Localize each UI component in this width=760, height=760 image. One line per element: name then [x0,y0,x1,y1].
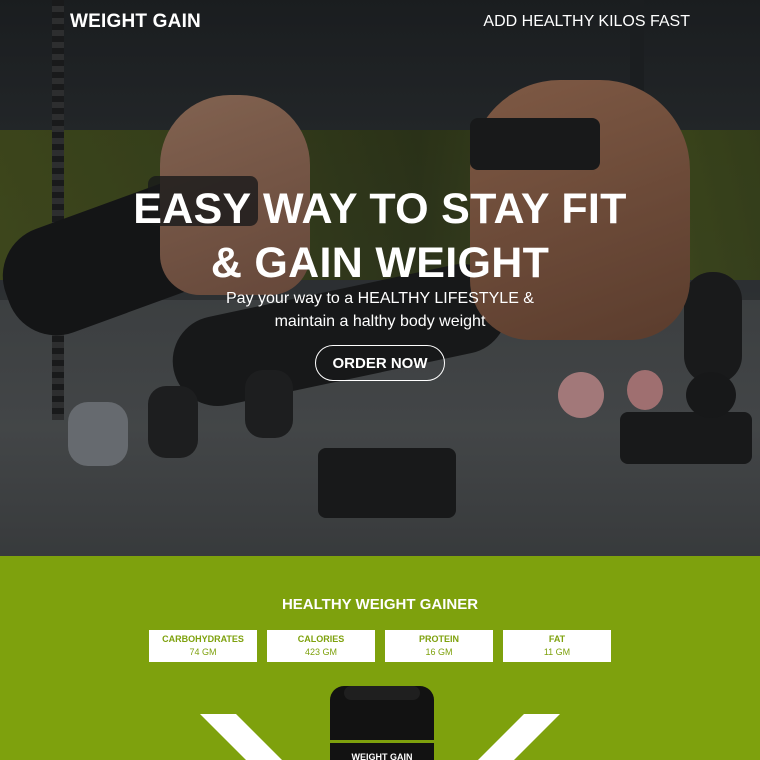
nutrition-card-calories: CALORIES 423 GM [267,630,375,662]
product-jar-lid [344,686,420,700]
hero-title: EASY WAY TO STAY FIT & GAIN WEIGHT [0,182,760,290]
nutrition-title: HEALTHY WEIGHT GAINER [281,596,479,613]
nutrition-card-name: CARBOHYDRATES [162,634,244,644]
product-jar-label: WEIGHT GAIN [351,752,413,760]
hero-title-line-1: EASY WAY TO STAY FIT [133,185,627,233]
product-jar-stripe [330,740,434,743]
nutrition-card-value: 423 GM [304,647,337,657]
hero-subtitle-line-1: Pay your way to a HEALTHY LIFESTYLE & [226,290,534,307]
header-tagline: ADD HEALTHY KILOS FAST [483,13,690,30]
hero-subtitle: Pay your way to a HEALTHY LIFESTYLE & ma… [0,287,760,333]
nutrition-card-fat: FAT 11 GM [503,630,611,662]
nutrition-section: HEALTHY WEIGHT GAINER CARBOHYDRATES 74 G… [0,556,760,760]
nutrition-card-name: FAT [548,634,566,644]
site-logo[interactable]: WEIGHT GAIN [70,11,201,33]
site-header: WEIGHT GAIN ADD HEALTHY KILOS FAST [0,0,760,46]
nutrition-card-name: CALORIES [297,634,345,644]
nutrition-cards: CARBOHYDRATES 74 GM CALORIES 423 GM PROT… [149,630,612,662]
order-now-button[interactable]: ORDER NOW [315,345,445,381]
nutrition-card-value: 16 GM [425,647,453,657]
hero-title-line-2: & GAIN WEIGHT [210,239,550,287]
nutrition-card-value: 74 GM [189,647,217,657]
nutrition-card-value: 11 GM [543,647,571,657]
nutrition-card-name: PROTEIN [418,634,459,644]
hero-subtitle-line-2: maintain a halthy body weight [274,313,486,330]
hero-section: WEIGHT GAIN ADD HEALTHY KILOS FAST EASY … [0,0,760,556]
nutrition-card-protein: PROTEIN 16 GM [385,630,493,662]
nutrition-card-carbohydrates: CARBOHYDRATES 74 GM [149,630,257,662]
